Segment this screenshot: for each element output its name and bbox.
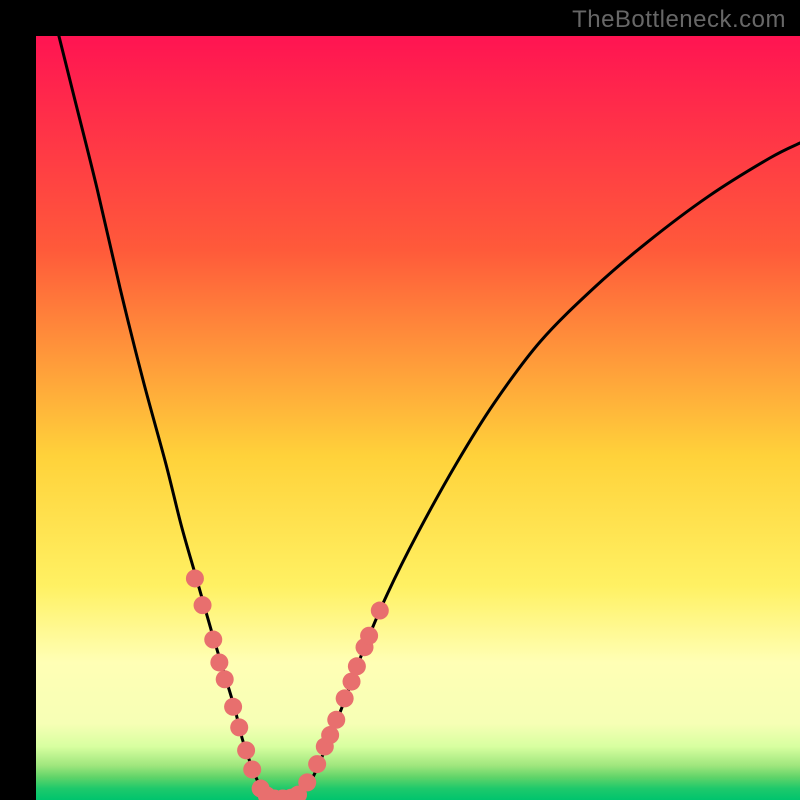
data-point [224, 698, 242, 716]
data-point [336, 689, 354, 707]
data-point [371, 602, 389, 620]
data-point [204, 631, 222, 649]
data-point [343, 673, 361, 691]
plot-background [36, 36, 800, 800]
data-point [210, 653, 228, 671]
data-point [298, 773, 316, 791]
data-point [308, 755, 326, 773]
data-point [237, 741, 255, 759]
data-point [216, 670, 234, 688]
watermark-label: TheBottleneck.com [572, 6, 786, 34]
data-point [327, 711, 345, 729]
data-point [243, 760, 261, 778]
data-point [230, 718, 248, 736]
data-point [360, 627, 378, 645]
data-point [186, 569, 204, 587]
bottleneck-chart [0, 0, 800, 800]
data-point [194, 596, 212, 614]
data-point [348, 657, 366, 675]
